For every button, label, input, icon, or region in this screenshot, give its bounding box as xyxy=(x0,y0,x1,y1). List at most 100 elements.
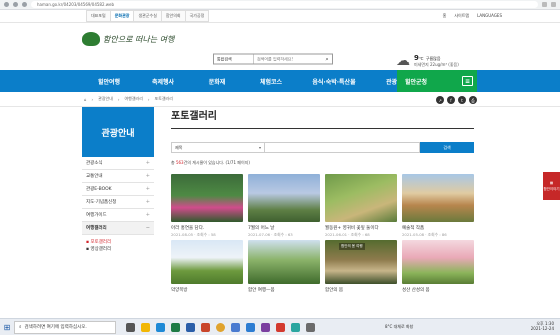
photo-title[interactable]: 함안의 봄 xyxy=(325,287,397,293)
photo-thumbnail[interactable] xyxy=(325,174,397,222)
photo-thumbnail[interactable] xyxy=(248,174,320,222)
app-icon[interactable] xyxy=(291,322,300,332)
reload-icon[interactable] xyxy=(22,2,27,7)
photo-thumbnail[interactable] xyxy=(402,240,474,284)
sidebar-item[interactable]: 지도·기념품신청 xyxy=(82,196,154,209)
home-icon[interactable]: ⌂ xyxy=(84,97,87,102)
app-icon[interactable] xyxy=(306,322,315,332)
photo-caption-overlay: 함안의 봄 여행 xyxy=(339,243,365,250)
print-icon[interactable]: ⎙ xyxy=(469,96,477,104)
explorer-icon[interactable] xyxy=(141,322,150,332)
extension-icon[interactable] xyxy=(542,2,547,7)
board-search-button[interactable]: 검색 xyxy=(420,142,474,153)
system-clock[interactable]: 오후 1:30 2021-12-24 xyxy=(531,321,554,331)
forward-icon[interactable] xyxy=(13,2,18,7)
photo-title[interactable]: 아라 홍연을 담다. xyxy=(171,225,243,231)
nav-item[interactable]: 문화재 xyxy=(190,70,244,92)
sidebar-item[interactable]: 여행가이드 xyxy=(82,209,154,222)
photo-card[interactable]: 함안의 봄 여행 함안의 봄 xyxy=(325,240,397,293)
languages-link[interactable]: LANGUAGES xyxy=(477,13,502,19)
nav-item[interactable]: 음식·숙박·특산물 xyxy=(298,70,370,92)
utility-links: 홈 사이트맵 LANGUAGES xyxy=(443,13,502,19)
photo-title[interactable]: 성산 산성의 봄 xyxy=(402,287,474,293)
sidebar: 관광안내 관광소식 교통안내 관광E-BOOK 지도·기념품신청 여행가이드 여… xyxy=(82,107,154,257)
site-tab[interactable]: 생관군수실 xyxy=(133,10,161,22)
photo-thumbnail[interactable] xyxy=(171,240,243,284)
photo-thumbnail[interactable] xyxy=(248,240,320,284)
home-link[interactable]: 홈 xyxy=(443,13,447,19)
powerpoint-icon[interactable] xyxy=(201,322,210,332)
taskbar-search-placeholder: 검색하려면 여기에 입력하십시오. xyxy=(24,325,87,330)
app-icon[interactable] xyxy=(276,322,285,332)
search-input[interactable] xyxy=(254,54,322,64)
submenu-item-active[interactable]: ▪ 포토갤러리 xyxy=(86,239,154,246)
site-tab[interactable]: 대표포털 xyxy=(86,10,110,22)
word-icon[interactable] xyxy=(186,322,195,332)
sidebar-item[interactable]: 관광E-BOOK xyxy=(82,183,154,196)
photo-card[interactable]: 성산 산성의 봄 xyxy=(402,240,474,293)
weather-temp: 9℃ 구름많음 xyxy=(414,54,441,62)
excel-icon[interactable] xyxy=(171,322,180,332)
app-icon[interactable] xyxy=(261,322,270,332)
photo-title[interactable]: 함안 여행—봄 xyxy=(248,287,320,293)
facebook-icon[interactable]: f xyxy=(447,96,455,104)
nav-item[interactable]: 힐안여행 xyxy=(82,70,136,92)
sitemap-link[interactable]: 사이트맵 xyxy=(454,13,469,19)
county-office-link[interactable]: 힐안군청 ≡ xyxy=(397,70,477,92)
photo-card[interactable]: 아라 홍연을 담다. 2021-08-05 · 조회수 : 58 xyxy=(171,174,243,240)
photo-title[interactable]: 예술적 작품 xyxy=(402,225,474,231)
nav-item[interactable]: 축제행사 xyxy=(136,70,190,92)
site-tab[interactable]: 국가공정 xyxy=(184,10,210,22)
photo-card[interactable]: 월동원+ 영귀비 꽃잎 둘이다 2021-06-01 · 조회수 : 68 xyxy=(325,174,397,240)
windows-start-icon[interactable]: ⊞ xyxy=(0,323,14,332)
photo-title[interactable]: 악양목방 xyxy=(171,287,243,293)
main-navigation: 힐안여행 축제행사 문화재 체험코스 음식·숙박·특산물 관광안내 힐안군청 ≡ xyxy=(0,70,560,92)
board-search-select[interactable]: 제목 xyxy=(171,142,265,153)
photo-title[interactable]: 월동원+ 영귀비 꽃잎 둘이다 xyxy=(325,225,397,231)
sidebar-submenu: ▪ 포토갤러리 ▪ 영상갤러리 xyxy=(82,235,154,257)
photo-card[interactable]: 악양목방 xyxy=(171,240,243,293)
site-logo[interactable]: 함안으로 떠나는 여행 xyxy=(82,32,174,46)
twitter-icon[interactable]: t xyxy=(458,96,466,104)
store-icon[interactable] xyxy=(231,322,240,332)
menu-icon[interactable]: ≡ xyxy=(462,76,473,86)
breadcrumb-item[interactable]: 관광안내 xyxy=(98,96,113,102)
photo-card[interactable]: 함안 여행—봄 xyxy=(248,240,320,293)
back-icon[interactable] xyxy=(4,2,9,7)
site-tab[interactable]: 문화관광 xyxy=(109,10,134,22)
taskbar-search[interactable]: ⌕ 검색하려면 여기에 입력하십시오. xyxy=(14,320,116,334)
site-tab[interactable]: 함안의회 xyxy=(160,10,185,22)
share-icon[interactable]: ↗ xyxy=(436,96,444,104)
main-content: 포토갤러리 제목 검색 총 563건의 게시물이 있습니다. (1/71 페이지… xyxy=(171,107,474,293)
global-search: 통합검색 ⌕ xyxy=(213,53,333,65)
photo-meta: 2021-05-08 · 조회수 : 86 xyxy=(402,232,447,237)
bullet-icon: ▪ xyxy=(86,247,90,252)
sidebar-item-active[interactable]: 여행갤러리 xyxy=(82,222,154,235)
photo-thumbnail[interactable]: 함안의 봄 여행 xyxy=(325,240,397,284)
photo-title[interactable]: 7월의 어느 날 xyxy=(248,225,320,231)
photo-card[interactable]: 7월의 어느 날 2021-07-06 · 조회수 : 63 xyxy=(248,174,320,240)
task-view-icon[interactable] xyxy=(126,322,135,332)
floating-badge[interactable]: ▦ 함안이야기 xyxy=(543,172,560,200)
photo-grid: 아라 홍연을 담다. 2021-08-05 · 조회수 : 58 7월의 어느 … xyxy=(171,174,474,293)
chrome-icon[interactable] xyxy=(216,322,225,332)
browser-toolbar: haman.go.kr/04203/04569/04582.web xyxy=(0,0,560,10)
search-scope-select[interactable]: 통합검색 xyxy=(214,54,254,64)
photo-card[interactable]: 예술적 작품 2021-05-08 · 조회수 : 86 xyxy=(402,174,474,240)
taskbar-apps xyxy=(116,322,315,332)
breadcrumb-item[interactable]: 여행갤러리 xyxy=(125,96,143,102)
sidebar-title: 관광안내 xyxy=(82,107,154,157)
search-icon[interactable]: ⌕ xyxy=(322,55,332,64)
nav-item[interactable]: 체험코스 xyxy=(244,70,298,92)
sidebar-item[interactable]: 관광소식 xyxy=(82,157,154,170)
taskbar-weather[interactable]: 8°C 대체로 화창 xyxy=(385,324,413,330)
photo-thumbnail[interactable] xyxy=(402,174,474,222)
address-bar[interactable]: haman.go.kr/04203/04569/04582.web xyxy=(31,1,538,8)
mail-icon[interactable] xyxy=(246,322,255,332)
edge-icon[interactable] xyxy=(156,322,165,332)
submenu-item[interactable]: ▪ 영상갤러리 xyxy=(86,246,154,253)
board-search-input[interactable] xyxy=(265,142,420,153)
profile-icon[interactable] xyxy=(551,2,556,7)
sidebar-item[interactable]: 교통안내 xyxy=(82,170,154,183)
photo-thumbnail[interactable] xyxy=(171,174,243,222)
